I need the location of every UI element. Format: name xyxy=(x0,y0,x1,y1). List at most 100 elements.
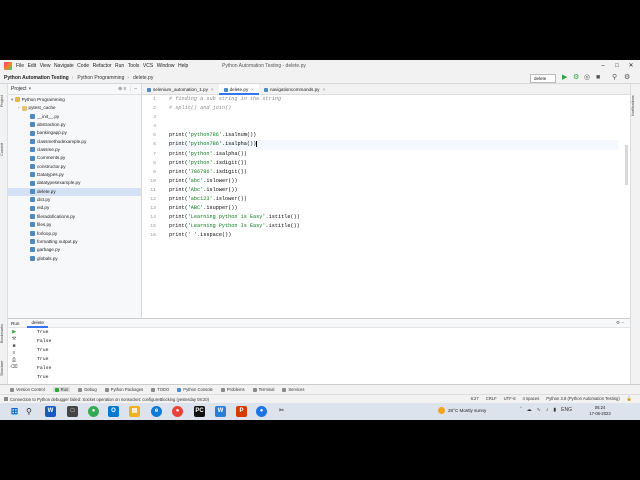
code-line[interactable] xyxy=(169,113,619,122)
scroll-to-end-icon[interactable]: ≡ xyxy=(8,350,20,357)
chevron-up-icon[interactable]: ˆ xyxy=(520,407,522,413)
volume-icon[interactable]: ♪ xyxy=(546,407,549,413)
menu-help[interactable]: Help xyxy=(178,63,188,69)
powerpoint-app-icon[interactable]: P xyxy=(236,406,247,417)
code-area[interactable]: # finding a sub string in the string # s… xyxy=(169,95,619,241)
code-line[interactable] xyxy=(169,122,619,131)
menu-window[interactable]: Window xyxy=(157,63,175,69)
run-icon[interactable]: ▶ xyxy=(562,73,567,83)
tree-item[interactable]: › pytest_cache xyxy=(8,104,141,112)
code-line[interactable]: print(' '.isspace()) xyxy=(169,231,619,240)
minimize-icon[interactable]: – xyxy=(596,60,610,72)
pycharm-app-icon[interactable]: PC xyxy=(194,406,205,417)
editor-scrollbar[interactable] xyxy=(625,145,628,185)
run-config-select[interactable]: delete xyxy=(530,73,556,83)
tree-item[interactable]: files.py xyxy=(8,221,141,229)
weather-widget[interactable]: 28°C Mostly sunny xyxy=(438,407,486,414)
tree-item[interactable]: classmethodexample.py xyxy=(8,138,141,146)
code-line[interactable]: print('python786'.isalnum()) xyxy=(169,131,619,140)
wifi-icon[interactable]: ∿ xyxy=(537,407,541,413)
code-line[interactable]: print('python'.isdigit()) xyxy=(169,159,619,168)
edge-app-icon[interactable]: e xyxy=(151,406,162,417)
word-app-icon[interactable]: W xyxy=(45,406,56,417)
tree-item[interactable]: formatting output.py xyxy=(8,238,141,246)
outlook-app-icon[interactable]: O xyxy=(108,406,119,417)
menu-navigate[interactable]: Navigate xyxy=(54,63,74,69)
tool-debug[interactable]: Debug xyxy=(78,387,97,392)
tree-item[interactable]: abstraction.py xyxy=(8,121,141,129)
stop-icon[interactable]: ■ xyxy=(596,73,600,83)
network-icon[interactable]: ☁ xyxy=(527,407,532,413)
tree-item[interactable]: fileradofications.py xyxy=(8,213,141,221)
code-line[interactable]: print('Learning Python Is Easy'.istitle(… xyxy=(169,222,619,231)
snipping-tool-icon[interactable]: ✂ xyxy=(276,406,287,417)
menu-vcs[interactable]: VCS xyxy=(143,63,153,69)
panel-options-icon[interactable]: ⚙ – xyxy=(616,320,624,326)
menu-run[interactable]: Run xyxy=(115,63,124,69)
tree-item[interactable]: Datatypes.py xyxy=(8,171,141,179)
word-doc-icon[interactable]: W xyxy=(215,406,226,417)
wrench-icon[interactable]: ⚒ xyxy=(8,336,20,343)
tree-item[interactable]: dict.py xyxy=(8,196,141,204)
tab-navigationcommands[interactable]: navigationcommands.py × xyxy=(259,84,330,95)
tree-item[interactable]: garbage.py xyxy=(8,246,141,254)
battery-icon[interactable]: ▮ xyxy=(553,407,556,413)
tree-item[interactable]: forloop.py xyxy=(8,230,141,238)
code-line[interactable]: # finding a sub string in the string xyxy=(169,95,619,104)
code-line[interactable]: print('786786'.isdigit()) xyxy=(169,168,619,177)
tool-python-packages[interactable]: Python Packages xyxy=(104,387,143,392)
console-output[interactable]: TrueFalseTrueTrueFalseTrueTrueFalseTrueF… xyxy=(37,328,617,385)
structure-tool-button[interactable]: Structure xyxy=(0,354,8,382)
chevron-down-icon[interactable]: ▾ xyxy=(11,97,13,102)
breadcrumb-project[interactable]: Python Automation Testing xyxy=(4,75,69,81)
search-icon[interactable]: ⚲ xyxy=(26,407,32,416)
coverage-icon[interactable]: ◎ xyxy=(584,73,590,83)
chrome-app-icon[interactable]: ● xyxy=(88,406,99,417)
menu-file[interactable]: File xyxy=(16,63,24,69)
tree-item[interactable]: Comments.py xyxy=(8,154,141,162)
notifications-tool-button[interactable]: Notifications xyxy=(631,88,640,124)
menu-edit[interactable]: Edit xyxy=(28,63,37,69)
close-tab-icon[interactable]: × xyxy=(251,87,254,92)
tab-selenium-automation[interactable]: selenium_automation_1.py × xyxy=(142,84,219,95)
interpreter-select[interactable]: Python 3.8 (Python Automation Testing) xyxy=(546,396,619,402)
tool-services[interactable]: Services xyxy=(282,387,304,392)
tool-todo[interactable]: TODO xyxy=(151,387,169,392)
settings-icon[interactable]: ⚙ xyxy=(624,73,630,83)
chrome-profile-icon[interactable]: ● xyxy=(172,406,183,417)
code-line[interactable]: print('ABC'.isupper()) xyxy=(169,204,619,213)
code-line[interactable]: print('abc123'.islower()) xyxy=(169,195,619,204)
stop-icon[interactable]: ■ xyxy=(8,343,20,350)
code-line[interactable]: print('Abc'.islower()) xyxy=(169,186,619,195)
menu-tools[interactable]: Tools xyxy=(128,63,140,69)
menu-refactor[interactable]: Refactor xyxy=(93,63,112,69)
code-line[interactable]: print('Learning python is Easy'.istitle(… xyxy=(169,213,619,222)
chevron-right-icon[interactable]: › xyxy=(18,105,20,110)
code-line[interactable]: print('python'.isalpha()) xyxy=(169,150,619,159)
lock-icon[interactable]: 🔓 xyxy=(627,396,632,402)
tree-item[interactable]: delete.py xyxy=(8,187,141,197)
breadcrumb-folder[interactable]: Python Programming xyxy=(77,75,124,81)
windows-start-icon[interactable]: ⊞ xyxy=(9,406,20,417)
project-tool-button[interactable]: Project xyxy=(0,88,8,114)
code-editor[interactable]: 1 2 3 4 5 6 7 8 9 10 11 12 13 14 15 16 # finding a sub … xyxy=(142,95,630,318)
tree-item[interactable]: classme.py xyxy=(8,146,141,154)
line-separator[interactable]: CRLF xyxy=(486,396,497,402)
tree-item[interactable]: globals.py xyxy=(8,255,141,263)
chevron-down-icon[interactable]: ▾ xyxy=(29,86,32,92)
caret-position[interactable]: 6:27 xyxy=(471,396,479,402)
indent-setting[interactable]: 4 spaces xyxy=(523,396,540,402)
tool-problems[interactable]: Problems xyxy=(220,387,245,392)
rerun-icon[interactable]: ▶ xyxy=(8,329,20,336)
code-line[interactable]: print('python786'.isalpha()) xyxy=(169,140,619,150)
panel-options-icon[interactable]: ⊕ ≡ ⋮ – xyxy=(118,86,137,92)
tool-terminal[interactable]: Terminal xyxy=(252,387,274,392)
tool-run[interactable]: Run xyxy=(52,387,71,392)
tree-item[interactable]: constructor.py xyxy=(8,163,141,171)
code-line[interactable]: print('abc'.islower()) xyxy=(169,177,619,186)
menu-view[interactable]: View xyxy=(40,63,51,69)
debug-icon[interactable]: ⚙ xyxy=(573,73,579,83)
search-everywhere-icon[interactable]: ⚲ xyxy=(612,73,617,83)
file-explorer-icon[interactable]: ▤ xyxy=(129,406,140,417)
project-view-select[interactable]: Project xyxy=(11,86,27,92)
